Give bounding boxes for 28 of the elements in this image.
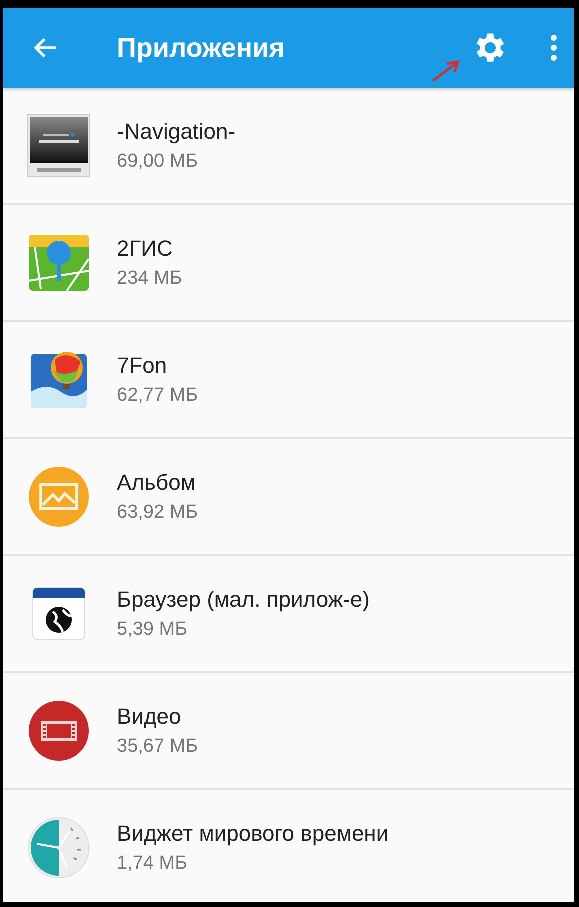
- arrow-icon: [431, 59, 461, 83]
- app-name: Виджет мирового времени: [117, 820, 389, 846]
- app-list-item[interactable]: Альбом 63,92 МБ: [3, 439, 574, 556]
- app-size: 5,39 МБ: [117, 618, 189, 640]
- app-name: 7Fon: [117, 352, 168, 378]
- app-list-item[interactable]: 2ГИС 234 МБ: [3, 205, 574, 322]
- app-list-item[interactable]: -Navigation- 69,00 МБ: [3, 88, 574, 205]
- app-bar-title: Приложения: [117, 32, 286, 64]
- more-options-icon[interactable]: [548, 33, 560, 63]
- app-size: 35,67 МБ: [117, 736, 198, 758]
- app-size: 69,00 МБ: [117, 150, 200, 172]
- app-size: 1,74 МБ: [117, 852, 189, 874]
- app-name: Браузер (мал. прилож-е): [117, 586, 370, 612]
- app-list-item[interactable]: Виджет мирового времени 1,74 МБ: [3, 790, 574, 902]
- app-list-item[interactable]: Видео 35,67 МБ: [3, 673, 574, 790]
- app-name: Видео: [117, 704, 182, 730]
- app-name: 2ГИС: [117, 236, 174, 262]
- app-name: -Navigation-: [117, 118, 236, 144]
- app-size: 63,92 МБ: [117, 502, 198, 524]
- app-name: Альбом: [117, 470, 197, 496]
- film-icon: [27, 698, 91, 762]
- navigation-app-icon: [27, 114, 91, 178]
- app-size: 62,77 МБ: [117, 384, 198, 406]
- app-list-item[interactable]: 7Fon 62,77 МБ: [3, 322, 574, 439]
- app-size: 234 МБ: [117, 268, 182, 290]
- clock-icon: [27, 816, 91, 880]
- gallery-icon: [27, 464, 91, 528]
- app-list-item[interactable]: Браузер (мал. прилож-е) 5,39 МБ: [3, 556, 574, 673]
